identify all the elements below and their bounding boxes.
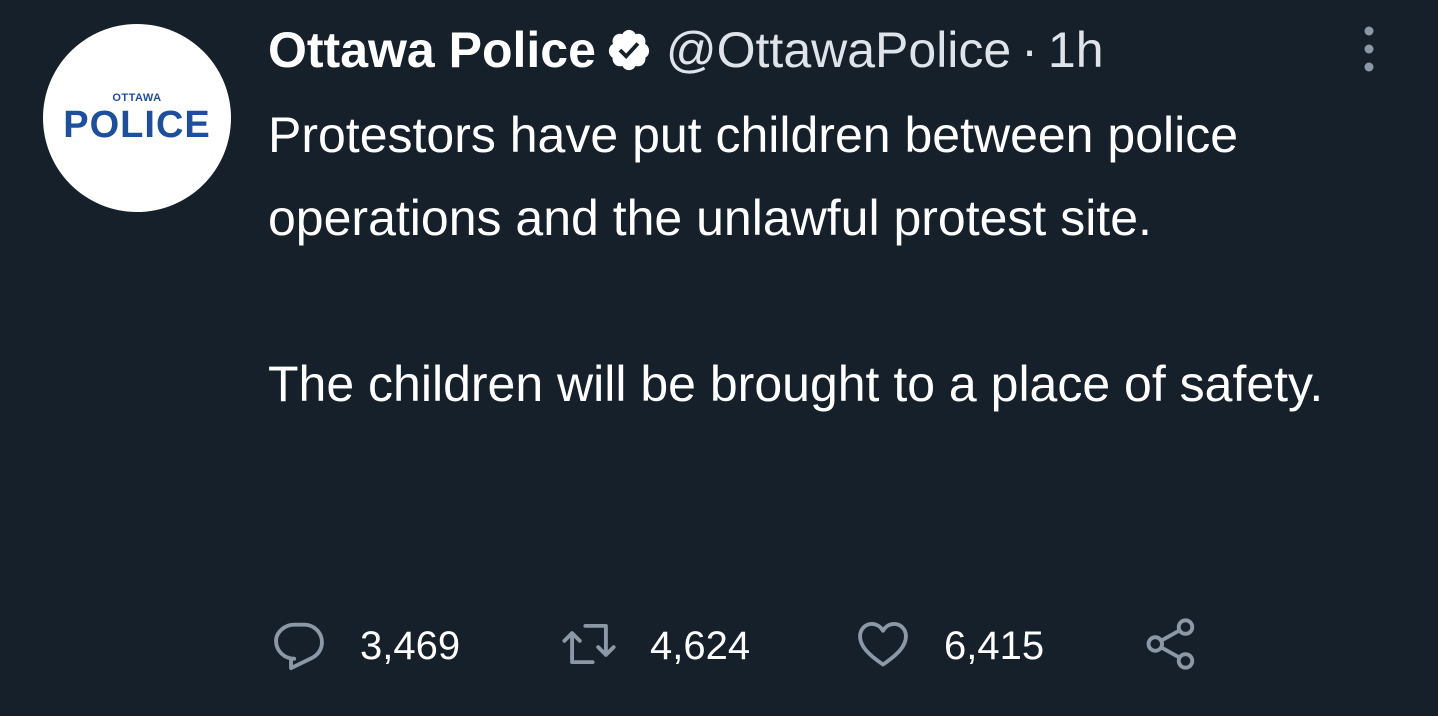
separator-dot: · xyxy=(1021,22,1038,78)
retweet-button[interactable]: 4,624 xyxy=(560,614,750,678)
tweet[interactable]: OTTAWA POLICE Ottawa Police @OttawaPolic… xyxy=(0,0,1438,716)
reply-icon xyxy=(270,615,328,678)
display-name[interactable]: Ottawa Police xyxy=(268,21,596,79)
retweet-count: 4,624 xyxy=(650,623,751,668)
tweet-paragraph: The children will be brought to a place … xyxy=(268,356,1324,412)
more-options-icon[interactable] xyxy=(1354,24,1384,74)
retweet-icon xyxy=(560,615,618,678)
verified-badge-icon xyxy=(606,27,652,73)
avatar-logo-big: POLICE xyxy=(63,104,211,146)
heart-icon xyxy=(854,615,912,678)
reply-button[interactable]: 3,469 xyxy=(270,614,460,678)
like-count: 6,415 xyxy=(944,623,1045,668)
like-button[interactable]: 6,415 xyxy=(854,614,1044,678)
tweet-actions: 3,469 4,624 6,415 xyxy=(270,614,1230,678)
avatar[interactable]: OTTAWA POLICE xyxy=(43,24,231,212)
share-button[interactable] xyxy=(1142,614,1200,678)
tweet-text: Protestors have put children between pol… xyxy=(268,94,1398,426)
timestamp[interactable]: 1h xyxy=(1048,21,1104,79)
reply-count: 3,469 xyxy=(360,623,461,668)
avatar-logo-small: OTTAWA xyxy=(112,92,162,104)
handle[interactable]: @OttawaPolice xyxy=(666,21,1011,79)
tweet-header: Ottawa Police @OttawaPolice · 1h xyxy=(268,18,1104,82)
tweet-paragraph: Protestors have put children between pol… xyxy=(268,107,1239,246)
share-icon xyxy=(1142,615,1200,678)
